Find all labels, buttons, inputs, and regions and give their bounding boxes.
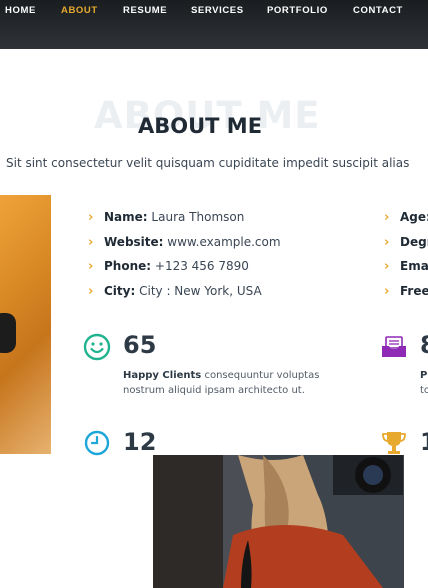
info-label: Degr: [400, 235, 428, 249]
nav-services[interactable]: SERVICES: [191, 5, 244, 16]
inbox-icon: [382, 336, 406, 357]
section-subtitle: Sit sint consectetur velit quisquam cupi…: [6, 156, 410, 170]
chevron-right-icon: ›: [384, 210, 390, 225]
info-label: Website:: [104, 235, 164, 249]
clock-icon: [84, 430, 110, 456]
nav-resume[interactable]: RESUME: [123, 5, 167, 16]
nav-contact[interactable]: CONTACT: [353, 5, 403, 16]
info-city: › City: City : New York, USA: [88, 284, 262, 299]
info-freelance: › Free: [384, 284, 428, 299]
stat-number: 8: [420, 331, 428, 359]
info-phone: › Phone: +123 456 7890: [88, 259, 249, 274]
chevron-right-icon: ›: [88, 235, 94, 250]
info-value: +123 456 7890: [154, 259, 249, 273]
stat-number: 12: [123, 428, 157, 456]
nav-portfolio[interactable]: PORTFOLIO: [267, 5, 328, 16]
info-value: City : New York, USA: [139, 284, 262, 298]
top-navbar: HOME ABOUT RESUME SERVICES PORTFOLIO CON…: [0, 0, 428, 49]
info-label: Name:: [104, 210, 148, 224]
stat-text: to: [420, 385, 428, 396]
stat-number: 65: [123, 331, 157, 359]
stat-description: P to: [420, 368, 428, 398]
chevron-right-icon: ›: [88, 210, 94, 225]
section-title: ABOUT ME ABOUT ME: [0, 92, 428, 142]
info-value: Laura Thomson: [151, 210, 245, 224]
info-website: › Website: www.example.com: [88, 235, 281, 250]
chevron-right-icon: ›: [384, 235, 390, 250]
info-label: Phone:: [104, 259, 152, 273]
photographer-illustration: [153, 455, 404, 588]
portfolio-photo: [153, 455, 404, 588]
info-label: Age:: [400, 210, 428, 224]
chevron-right-icon: ›: [384, 259, 390, 274]
profile-photo: [0, 195, 51, 454]
stat-number: 1: [420, 428, 428, 456]
nav-about[interactable]: ABOUT: [61, 5, 98, 16]
chevron-right-icon: ›: [88, 259, 94, 274]
info-label: Free: [400, 284, 428, 298]
info-age: › Age:: [384, 210, 428, 225]
info-name: › Name: Laura Thomson: [88, 210, 244, 225]
info-label: City:: [104, 284, 136, 298]
smiley-icon: [83, 333, 111, 361]
info-label: Ema: [400, 259, 428, 273]
stat-title: P: [420, 370, 428, 381]
info-email: › Ema: [384, 259, 428, 274]
stat-title: Happy Clients: [123, 370, 202, 381]
page-title: ABOUT ME: [138, 114, 263, 138]
trophy-icon: [382, 432, 406, 454]
stat-description: Happy Clients consequuntur voluptas nost…: [123, 368, 343, 398]
chevron-right-icon: ›: [88, 284, 94, 299]
info-degree: › Degr: [384, 235, 428, 250]
info-value: www.example.com: [167, 235, 281, 249]
chevron-right-icon: ›: [384, 284, 390, 299]
nav-home[interactable]: HOME: [5, 5, 36, 16]
camera-shape: [0, 313, 16, 353]
